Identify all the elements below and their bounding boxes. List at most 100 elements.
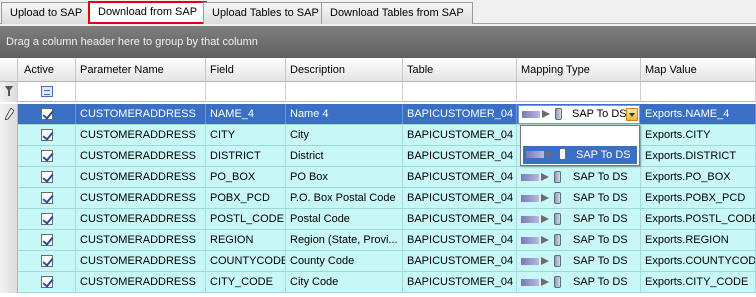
active-checkbox[interactable] [41,255,53,267]
chevron-down-icon[interactable] [626,108,638,121]
active-checkbox[interactable] [41,213,53,225]
description-cell[interactable]: Name 4 [286,104,403,124]
mapping-type-cell[interactable]: SAP To DS [517,188,641,208]
mapping-type-cell[interactable]: SAP To DS [517,167,641,187]
filter-parameter-name-cell[interactable] [76,82,206,102]
table-row[interactable]: CUSTOMERADDRESS PO_BOX PO Box BAPICUSTOM… [0,167,756,188]
table-row[interactable]: CUSTOMERADDRESS NAME_4 Name 4 BAPICUSTOM… [0,104,756,125]
active-cell[interactable] [18,104,76,124]
table-row[interactable]: CUSTOMERADDRESS CITY City BAPICUSTOMER_0… [0,125,756,146]
parameter-name-cell[interactable]: CUSTOMERADDRESS [76,146,206,166]
field-cell[interactable]: POSTL_CODE [206,209,286,229]
table-row[interactable]: CUSTOMERADDRESS COUNTYCODE County Code B… [0,251,756,272]
description-cell[interactable]: P.O. Box Postal Code [286,188,403,208]
description-cell[interactable]: City Code [286,272,403,292]
column-header-mapping-type[interactable]: Mapping Type [517,58,641,82]
table-row[interactable]: CUSTOMERADDRESS POSTL_CODE Postal Code B… [0,209,756,230]
parameter-name-cell[interactable]: CUSTOMERADDRESS [76,104,206,124]
mapping-type-cell[interactable]: SAP To DS [517,272,641,292]
field-cell[interactable]: CITY [206,125,286,145]
field-cell[interactable]: POBX_PCD [206,188,286,208]
map-value-cell[interactable]: Exports.POBX_PCD [641,188,756,208]
description-cell[interactable]: County Code [286,251,403,271]
active-cell[interactable] [18,167,76,187]
table-row[interactable]: CUSTOMERADDRESS DISTRICT District BAPICU… [0,146,756,167]
map-value-cell[interactable]: Exports.COUNTYCODE [641,251,756,271]
active-cell[interactable] [18,230,76,250]
description-cell[interactable]: District [286,146,403,166]
parameter-name-cell[interactable]: CUSTOMERADDRESS [76,209,206,229]
table-cell[interactable]: BAPICUSTOMER_04 [403,146,517,166]
table-cell[interactable]: BAPICUSTOMER_04 [403,104,517,124]
active-checkbox[interactable] [41,150,53,162]
parameter-name-cell[interactable]: CUSTOMERADDRESS [76,230,206,250]
field-cell[interactable]: REGION [206,230,286,250]
description-cell[interactable]: PO Box [286,167,403,187]
active-checkbox[interactable] [41,192,53,204]
filter-map-value-cell[interactable] [641,82,756,102]
table-row[interactable]: CUSTOMERADDRESS POBX_PCD P.O. Box Postal… [0,188,756,209]
column-header-description[interactable]: Description [286,58,403,82]
table-cell[interactable]: BAPICUSTOMER_04 [403,167,517,187]
column-header-parameter-name[interactable]: Parameter Name [76,58,206,82]
filter-checkbox-icon[interactable] [41,86,53,97]
active-checkbox[interactable] [41,171,53,183]
active-cell[interactable] [18,146,76,166]
filter-table-cell[interactable] [403,82,517,102]
filter-mapping-type-cell[interactable] [517,82,641,102]
table-cell[interactable]: BAPICUSTOMER_04 [403,272,517,292]
active-checkbox[interactable] [41,129,53,141]
tab-download-from-sap[interactable]: Download from SAP [88,1,208,24]
table-cell[interactable]: BAPICUSTOMER_04 [403,209,517,229]
map-value-cell[interactable]: Exports.NAME_4 [641,104,756,124]
active-cell[interactable] [18,125,76,145]
filter-description-cell[interactable] [286,82,403,102]
parameter-name-cell[interactable]: CUSTOMERADDRESS [76,272,206,292]
field-cell[interactable]: NAME_4 [206,104,286,124]
parameter-name-cell[interactable]: CUSTOMERADDRESS [76,251,206,271]
table-cell[interactable]: BAPICUSTOMER_04 [403,230,517,250]
field-cell[interactable]: CITY_CODE [206,272,286,292]
column-header-map-value[interactable]: Map Value [641,58,756,82]
map-value-cell[interactable]: Exports.POSTL_CODE [641,209,756,229]
table-row[interactable]: CUSTOMERADDRESS REGION Region (State, Pr… [0,230,756,251]
column-header-active[interactable]: Active [18,58,76,82]
active-checkbox[interactable] [41,276,53,288]
table-row[interactable]: CUSTOMERADDRESS CITY_CODE City Code BAPI… [0,272,756,293]
parameter-name-cell[interactable]: CUSTOMERADDRESS [76,188,206,208]
tab-upload-to-sap[interactable]: Upload to SAP [1,2,92,24]
map-value-cell[interactable]: Exports.REGION [641,230,756,250]
parameter-name-cell[interactable]: CUSTOMERADDRESS [76,167,206,187]
dropdown-option-sap-to-ds[interactable]: SAP To DS [523,146,637,164]
field-cell[interactable]: PO_BOX [206,167,286,187]
tab-download-tables-from-sap[interactable]: Download Tables from SAP [321,2,473,24]
field-cell[interactable]: COUNTYCODE [206,251,286,271]
tab-upload-tables-to-sap[interactable]: Upload Tables to SAP [203,2,328,24]
field-cell[interactable]: DISTRICT [206,146,286,166]
column-header-field[interactable]: Field [206,58,286,82]
map-value-cell[interactable]: Exports.CITY_CODE [641,272,756,292]
table-cell[interactable]: BAPICUSTOMER_04 [403,125,517,145]
active-cell[interactable] [18,251,76,271]
filter-field-cell[interactable] [206,82,286,102]
mapping-type-cell[interactable]: SAP To DS [517,209,641,229]
map-value-cell[interactable]: Exports.PO_BOX [641,167,756,187]
description-cell[interactable]: Postal Code [286,209,403,229]
active-checkbox[interactable] [41,108,53,120]
active-checkbox[interactable] [41,234,53,246]
group-by-panel[interactable]: Drag a column header here to group by th… [0,26,756,58]
active-cell[interactable] [18,209,76,229]
mapping-type-cell[interactable]: SAP To DS [517,230,641,250]
parameter-name-cell[interactable]: CUSTOMERADDRESS [76,125,206,145]
mapping-type-combobox[interactable]: SAP To DS [518,105,640,124]
column-header-table[interactable]: Table [403,58,517,82]
active-cell[interactable] [18,272,76,292]
map-value-cell[interactable]: Exports.DISTRICT [641,146,756,166]
description-cell[interactable]: City [286,125,403,145]
description-cell[interactable]: Region (State, Provi... [286,230,403,250]
table-cell[interactable]: BAPICUSTOMER_04 [403,188,517,208]
map-value-cell[interactable]: Exports.CITY [641,125,756,145]
filter-active-cell[interactable] [18,82,76,102]
table-cell[interactable]: BAPICUSTOMER_04 [403,251,517,271]
active-cell[interactable] [18,188,76,208]
